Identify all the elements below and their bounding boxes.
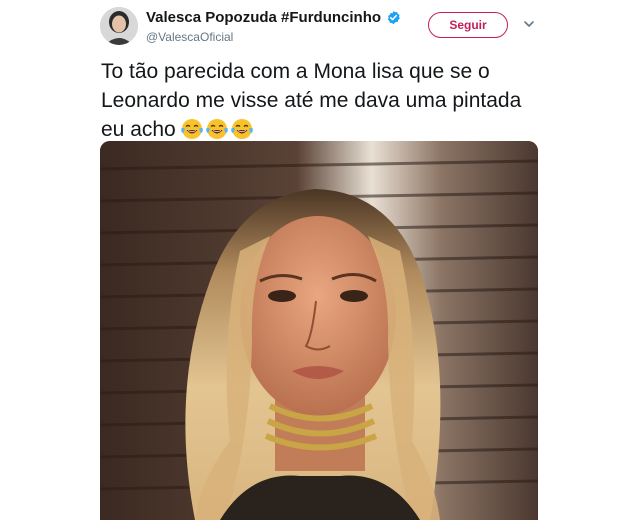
chevron-down-icon[interactable] (522, 17, 536, 31)
handle[interactable]: @ValescaOficial (146, 30, 401, 44)
tweet-card: Valesca Popozuda #Furduncinho @ValescaOf… (0, 0, 620, 520)
face-with-tears-of-joy-icon (205, 117, 229, 141)
avatar[interactable] (100, 7, 138, 45)
tweet-text-line: eu acho (101, 115, 541, 144)
verified-badge-icon (386, 10, 401, 25)
tweet-text-line: To tão parecida com a Mona lisa que se o (101, 60, 490, 83)
tweet-photo[interactable] (100, 141, 538, 520)
tweet-text-fragment: eu acho (101, 118, 176, 141)
follow-button[interactable]: Seguir (428, 12, 508, 38)
tweet-text-line: Leonardo me visse até me dava uma pintad… (101, 89, 522, 112)
author-block: Valesca Popozuda #Furduncinho @ValescaOf… (146, 9, 401, 44)
emoji-group (180, 117, 254, 141)
tweet-text: To tão parecida com a Mona lisa que se o… (101, 57, 541, 144)
face-with-tears-of-joy-icon (230, 117, 254, 141)
display-name[interactable]: Valesca Popozuda #Furduncinho (146, 9, 381, 26)
face-with-tears-of-joy-icon (180, 117, 204, 141)
